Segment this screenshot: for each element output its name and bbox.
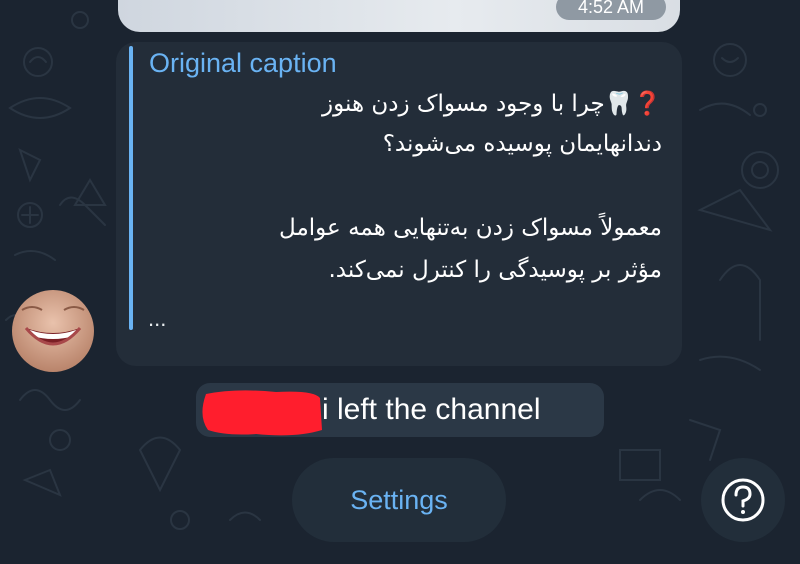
caption-line-2: دندانهایمان پوسیده می‌شوند؟ (382, 131, 662, 157)
caption-line-3: معمولاً مسواک زدن به‌تنهایی همه عوامل (279, 215, 662, 241)
quote-title: Original caption (149, 48, 337, 78)
question-mark-circle-icon (721, 478, 765, 522)
service-message-text: i left the channel (322, 393, 541, 426)
message-time: 4:52 AM (556, 0, 666, 20)
help-button[interactable] (701, 458, 785, 542)
redaction-mark (202, 390, 322, 436)
settings-button[interactable]: Settings (292, 458, 506, 542)
quote-bar (129, 46, 133, 330)
avatar[interactable] (12, 290, 94, 372)
caption-ellipsis: ... (148, 306, 167, 331)
caption-line-1: ❓🦷چرا با وجود مسواک زدن هنوز (322, 91, 662, 117)
caption-line-4: مؤثر بر پوسیدگی را کنترل نمی‌کند. (328, 257, 663, 283)
